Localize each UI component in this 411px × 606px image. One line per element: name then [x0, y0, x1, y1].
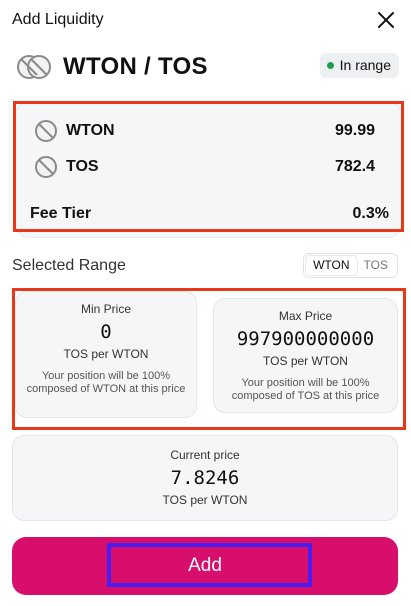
modal-header: Add Liquidity [12, 10, 399, 32]
toggle-tos[interactable]: TOS [357, 256, 395, 275]
modal-title: Add Liquidity [12, 11, 104, 28]
add-button-label: Add [188, 555, 222, 576]
price-range-highlight [12, 288, 406, 430]
pair-name: WTON / TOS [63, 53, 208, 80]
selected-range-label: Selected Range [12, 257, 126, 274]
close-button[interactable] [375, 9, 399, 31]
price-denomination-toggle: WTON TOS [303, 253, 398, 278]
status-text: In range [339, 57, 391, 73]
add-button[interactable]: Add [12, 537, 398, 595]
status-dot-icon [326, 62, 334, 69]
current-price-label: Current price [170, 448, 240, 462]
current-price-box: Current price 7.8246 TOS per WTON [12, 435, 398, 521]
toggle-wton[interactable]: WTON [306, 256, 357, 275]
token-pair-icon [17, 55, 51, 79]
current-price-value: 7.8246 [170, 467, 240, 489]
close-icon [378, 12, 394, 28]
status-badge: In range [319, 53, 399, 78]
token-amounts-highlight [13, 101, 404, 232]
current-price-unit: TOS per WTON [162, 493, 248, 507]
pair-row: WTON / TOS In range [12, 48, 399, 86]
